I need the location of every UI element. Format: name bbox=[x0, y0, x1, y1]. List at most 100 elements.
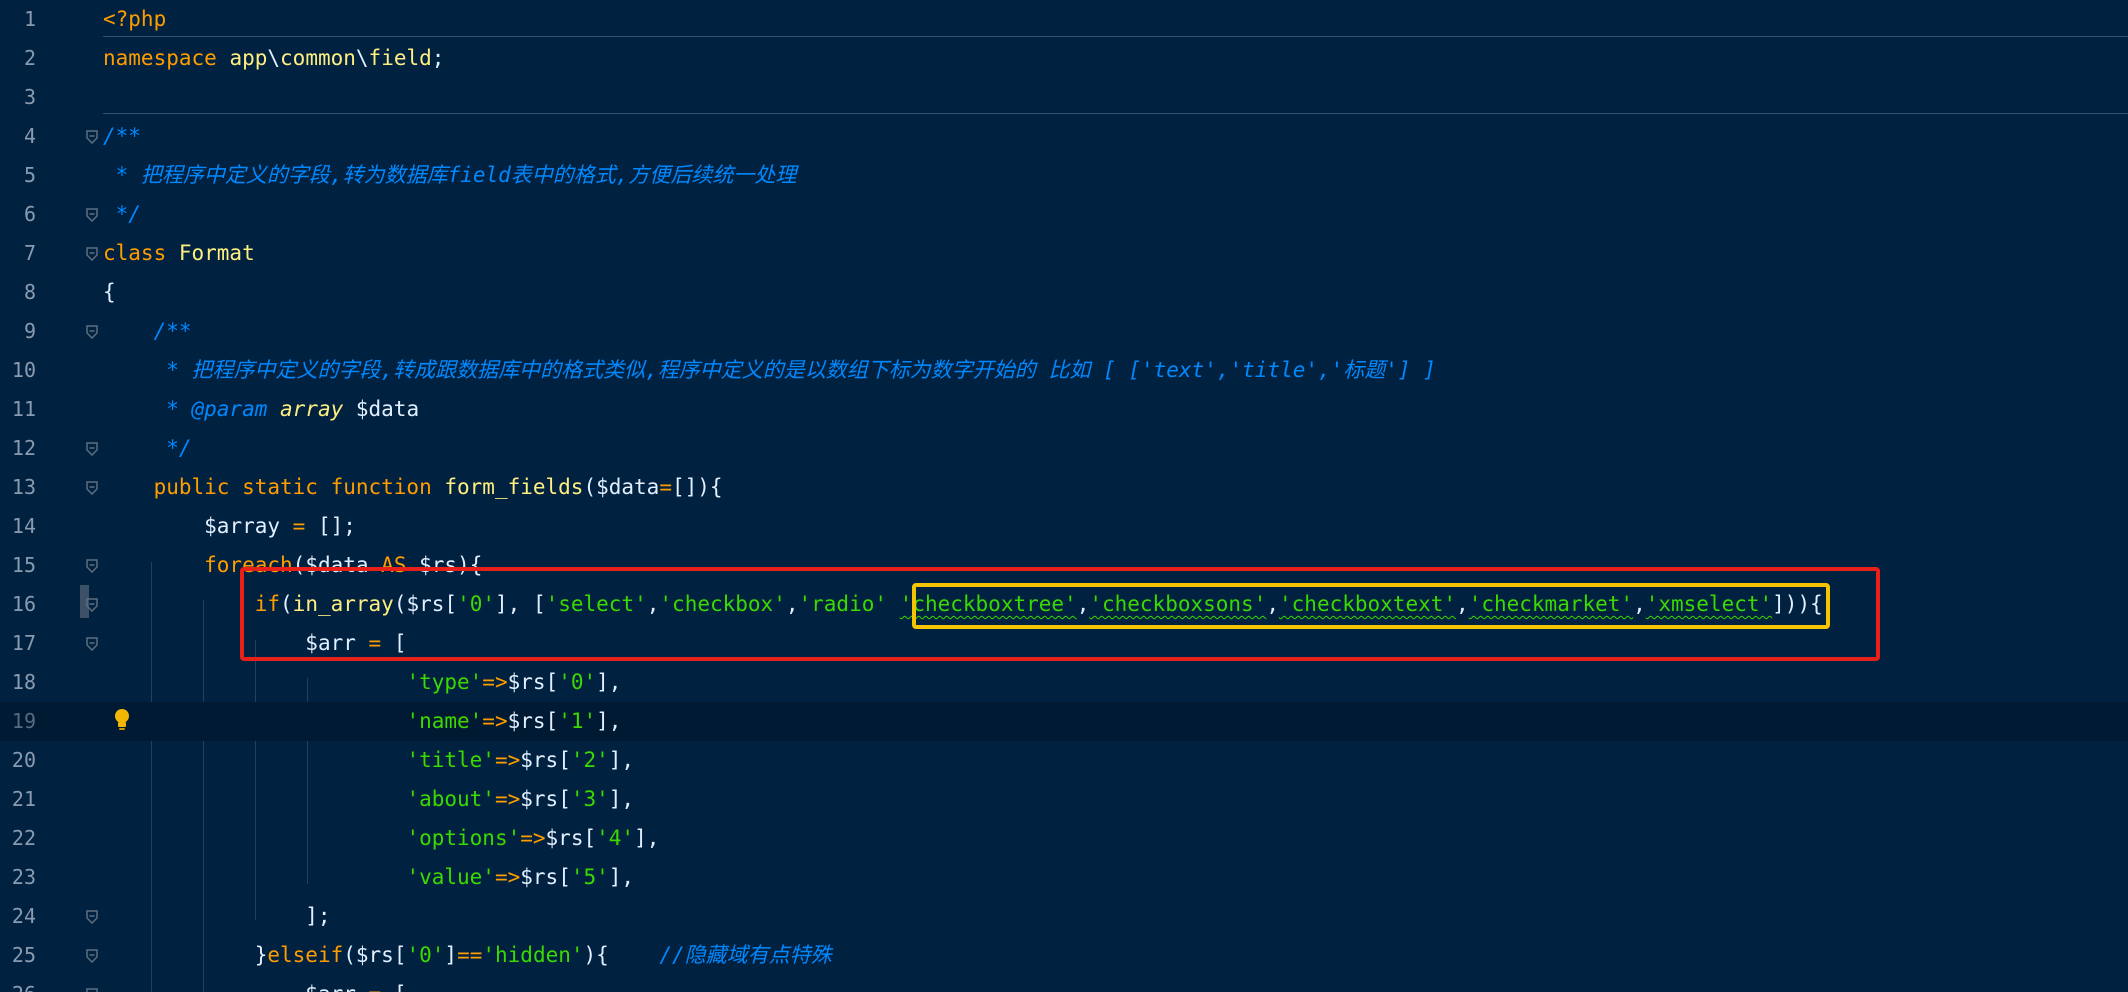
line-number[interactable]: 2 bbox=[0, 39, 36, 78]
line-code[interactable]: /** bbox=[103, 312, 192, 351]
fold-marker-icon[interactable] bbox=[86, 987, 98, 992]
line-code[interactable]: * @param array $data bbox=[103, 390, 419, 429]
code-line[interactable]: 1 <?php bbox=[0, 0, 2128, 39]
line-code[interactable]: 'name'=>$rs['1'], bbox=[103, 702, 621, 741]
code-token: '4' bbox=[596, 826, 635, 850]
code-line[interactable]: 26 $arr = [ bbox=[0, 975, 2128, 992]
code-line[interactable]: 22 'options'=>$rs['4'], bbox=[0, 819, 2128, 858]
line-code[interactable]: 'type'=>$rs['0'], bbox=[103, 663, 621, 702]
line-number[interactable]: 19 bbox=[0, 702, 36, 741]
fold-marker-icon[interactable] bbox=[86, 480, 98, 496]
fold-marker-icon[interactable] bbox=[86, 246, 98, 262]
code-line[interactable]: 25 }elseif($rs['0']=='hidden'){ //隐藏域有点特… bbox=[0, 936, 2128, 975]
line-code[interactable]: namespace app\common\field; bbox=[103, 39, 444, 78]
line-code[interactable]: $array = []; bbox=[103, 507, 356, 546]
line-number[interactable]: 26 bbox=[0, 975, 36, 992]
line-number[interactable]: 20 bbox=[0, 741, 36, 780]
line-number[interactable]: 7 bbox=[0, 234, 36, 273]
line-number[interactable]: 24 bbox=[0, 897, 36, 936]
line-code[interactable]: <?php bbox=[103, 0, 166, 39]
code-token: [ bbox=[545, 709, 559, 733]
line-number[interactable]: 21 bbox=[0, 780, 36, 819]
code-line[interactable]: 4 /** bbox=[0, 117, 2128, 156]
code-line[interactable]: 7 class Format bbox=[0, 234, 2128, 273]
code-line[interactable]: 12 */ bbox=[0, 429, 2128, 468]
code-token: /** bbox=[103, 319, 192, 343]
line-number[interactable]: 23 bbox=[0, 858, 36, 897]
line-number[interactable]: 3 bbox=[0, 78, 36, 117]
line-number[interactable]: 14 bbox=[0, 507, 36, 546]
fold-marker-icon[interactable] bbox=[86, 207, 98, 223]
fold-marker-icon[interactable] bbox=[86, 324, 98, 340]
line-code[interactable]: * 把程序中定义的字段,转成跟数据库中的格式类似,程序中定义的是以数组下标为数字… bbox=[103, 351, 1436, 390]
line-code[interactable]: 'title'=>$rs['2'], bbox=[103, 741, 634, 780]
line-code[interactable]: { bbox=[103, 273, 116, 312]
fold-marker-icon[interactable] bbox=[86, 129, 98, 145]
line-code[interactable]: $arr = [ bbox=[103, 975, 406, 992]
code-line[interactable]: 20 'title'=>$rs['2'], bbox=[0, 741, 2128, 780]
code-line[interactable]: 24 ]; bbox=[0, 897, 2128, 936]
line-code[interactable]: /** bbox=[103, 117, 141, 156]
code-token: [ bbox=[583, 826, 597, 850]
line-number[interactable]: 12 bbox=[0, 429, 36, 468]
line-number[interactable]: 8 bbox=[0, 273, 36, 312]
line-number[interactable]: 13 bbox=[0, 468, 36, 507]
line-number[interactable]: 9 bbox=[0, 312, 36, 351]
line-code[interactable]: }elseif($rs['0']=='hidden'){ //隐藏域有点特殊 bbox=[103, 936, 832, 975]
fold-marker-icon[interactable] bbox=[86, 948, 98, 964]
code-line[interactable]: 5 * 把程序中定义的字段,转为数据库field表中的格式,方便后续统一处理 bbox=[0, 156, 2128, 195]
code-token: => bbox=[482, 709, 508, 733]
code-line[interactable]: 13 public static function form_fields($d… bbox=[0, 468, 2128, 507]
code-line[interactable]: 14 $array = []; bbox=[0, 507, 2128, 546]
line-code[interactable]: public static function form_fields($data… bbox=[103, 468, 723, 507]
line-code[interactable]: class Format bbox=[103, 234, 255, 273]
line-code[interactable]: * 把程序中定义的字段,转为数据库field表中的格式,方便后续统一处理 bbox=[103, 156, 797, 195]
line-code[interactable]: */ bbox=[103, 195, 141, 234]
code-line[interactable]: 9 /** bbox=[0, 312, 2128, 351]
fold-marker-icon[interactable] bbox=[86, 597, 98, 613]
code-token: '5' bbox=[570, 865, 609, 889]
code-line[interactable]: 21 'about'=>$rs['3'], bbox=[0, 780, 2128, 819]
line-number[interactable]: 25 bbox=[0, 936, 36, 975]
code-line[interactable]: 2 namespace app\common\field; bbox=[0, 39, 2128, 78]
line-code[interactable]: 'options'=>$rs['4'], bbox=[103, 819, 659, 858]
line-number[interactable]: 15 bbox=[0, 546, 36, 585]
code-token: $rs bbox=[507, 670, 546, 694]
code-line[interactable]: 18 'type'=>$rs['0'], bbox=[0, 663, 2128, 702]
line-code[interactable]: 'value'=>$rs['5'], bbox=[103, 858, 634, 897]
line-number[interactable]: 6 bbox=[0, 195, 36, 234]
code-line[interactable]: 11 * @param array $data bbox=[0, 390, 2128, 429]
line-code[interactable]: */ bbox=[103, 429, 191, 468]
code-token: $arr bbox=[305, 982, 356, 992]
fold-marker-icon[interactable] bbox=[86, 909, 98, 925]
code-token: '2' bbox=[570, 748, 609, 772]
code-line[interactable]: 3 bbox=[0, 78, 2128, 117]
line-number[interactable]: 11 bbox=[0, 390, 36, 429]
line-code[interactable]: 'about'=>$rs['3'], bbox=[103, 780, 634, 819]
code-editor[interactable]: 1 <?php 2 namespace app\common\field; 3 4/** 5… bbox=[0, 0, 2128, 992]
fold-marker-icon[interactable] bbox=[86, 558, 98, 574]
line-number[interactable]: 16 bbox=[0, 585, 36, 624]
line-number[interactable]: 4 bbox=[0, 117, 36, 156]
code-line[interactable]: 8{ bbox=[0, 273, 2128, 312]
line-number[interactable]: 1 bbox=[0, 0, 36, 39]
line-number[interactable]: 5 bbox=[0, 156, 36, 195]
line-number[interactable]: 10 bbox=[0, 351, 36, 390]
line-number[interactable]: 17 bbox=[0, 624, 36, 663]
code-token: } bbox=[103, 943, 268, 967]
code-line[interactable]: 10 * 把程序中定义的字段,转成跟数据库中的格式类似,程序中定义的是以数组下标… bbox=[0, 351, 2128, 390]
code-token: => bbox=[520, 826, 546, 850]
line-code[interactable]: ]; bbox=[103, 897, 330, 936]
code-line[interactable]: 19 'name'=>$rs['1'], bbox=[0, 702, 2128, 741]
line-number[interactable]: 18 bbox=[0, 663, 36, 702]
code-line[interactable]: 23 'value'=>$rs['5'], bbox=[0, 858, 2128, 897]
code-token: $data bbox=[343, 397, 420, 421]
fold-marker-icon[interactable] bbox=[86, 441, 98, 457]
line-number[interactable]: 22 bbox=[0, 819, 36, 858]
code-token: { bbox=[103, 280, 116, 304]
code-line[interactable]: 6 */ bbox=[0, 195, 2128, 234]
code-token: ( bbox=[343, 943, 356, 967]
code-token: $rs bbox=[520, 787, 559, 811]
fold-marker-icon[interactable] bbox=[86, 636, 98, 652]
code-token: 'title' bbox=[406, 748, 495, 772]
